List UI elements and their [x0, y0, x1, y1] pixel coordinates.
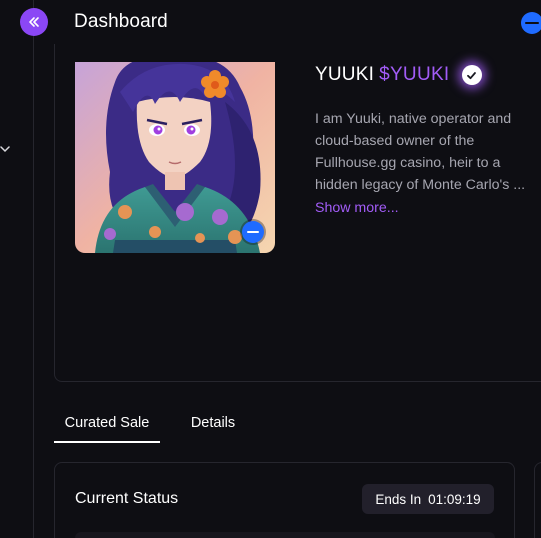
verified-check-icon	[461, 65, 482, 85]
chevron-down-icon[interactable]	[0, 144, 10, 154]
tab-details[interactable]: Details	[188, 404, 238, 442]
header: Dashboard	[34, 0, 541, 44]
sidebar-collapse-button[interactable]	[20, 8, 48, 36]
tab-curated-sale[interactable]: Curated Sale	[54, 404, 160, 442]
countdown-label: Ends In	[375, 491, 422, 507]
profile-name: YUUKI	[315, 64, 375, 85]
countdown-time: 01:09:19	[428, 491, 481, 507]
side-card	[534, 462, 541, 538]
bio-line: Fullhouse.gg casino, heir to a	[315, 155, 501, 171]
active-tab-indicator	[54, 441, 160, 443]
page-title: Dashboard	[74, 11, 168, 32]
bio-line: cloud-based owner of the	[315, 133, 475, 149]
profile-ticker: $YUUKI	[379, 64, 450, 85]
bio-line: I am Yuuki, native operator and	[315, 111, 512, 127]
bio-line: hidden legacy of Monte Carlo's ...	[315, 177, 526, 193]
double-chevron-left-icon	[29, 17, 39, 27]
status-title: Current Status	[75, 490, 179, 507]
profile-bio: I am Yuuki, native operator and cloud-ba…	[315, 108, 535, 196]
blue-dash-circle-icon[interactable]	[521, 12, 541, 34]
status-panel	[75, 532, 495, 538]
sidebar	[0, 0, 34, 538]
show-more-link[interactable]: Show more...	[315, 200, 399, 216]
countdown-badge: Ends In 01:09:19	[362, 484, 494, 514]
app-root: Dashboard YUUKI $YUUKI I am Yuuki, nativ…	[0, 0, 541, 538]
profile-name-row: YUUKI $YUUKI	[315, 63, 482, 87]
blue-dash-circle-icon	[242, 221, 264, 243]
